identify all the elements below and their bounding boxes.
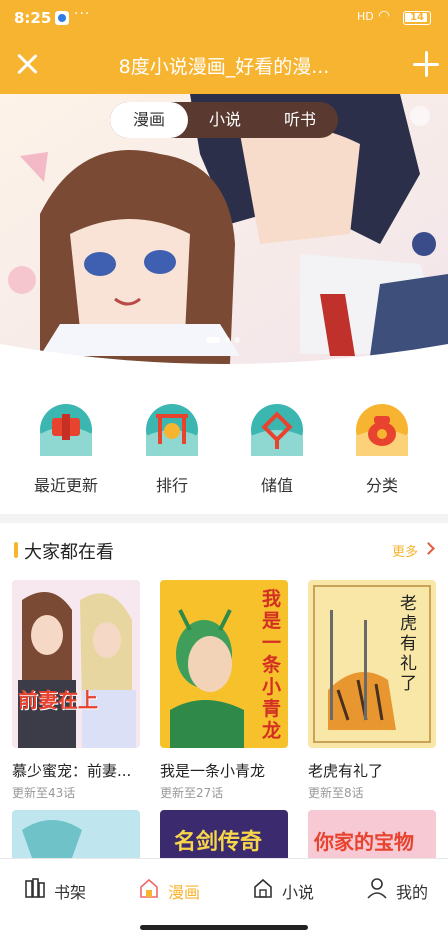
- book-cover: 老虎有礼了: [308, 580, 436, 748]
- app-notification-icon: [55, 11, 69, 25]
- status-time: 8:25: [14, 9, 52, 27]
- menu-label: 分类: [365, 476, 398, 495]
- tab-audiobook[interactable]: 听书: [262, 102, 338, 138]
- banner-carousel[interactable]: 漫画 小说 听书: [0, 94, 448, 384]
- category-bag-icon: [356, 404, 408, 456]
- cover-title: 名剑传奇: [174, 830, 263, 855]
- close-icon[interactable]: [12, 49, 42, 79]
- book-update: 更新至43话: [12, 786, 76, 800]
- cover-title: 你家的宝物: [314, 830, 414, 854]
- menu-recharge[interactable]: 储值: [227, 404, 327, 504]
- knot-icon: [251, 404, 303, 456]
- section-divider: [0, 514, 448, 523]
- battery-level: 14: [410, 12, 424, 23]
- menu-label: 排行: [155, 476, 188, 495]
- status-bar: 8:25 ··· HD ◠ 14: [0, 0, 448, 36]
- menu-category[interactable]: 分类: [332, 404, 432, 504]
- content-type-tabs: 漫画 小说 听书: [110, 102, 338, 138]
- menu-recent-updates[interactable]: 最近更新: [16, 404, 116, 504]
- carousel-indicator: [206, 328, 244, 343]
- bottom-navigation: 书架 漫画 小说 我的: [0, 858, 448, 938]
- chevron-right-icon[interactable]: [422, 542, 435, 555]
- user-icon: [367, 878, 387, 899]
- nav-bookshelf[interactable]: 书架: [24, 877, 114, 902]
- book-cover[interactable]: [12, 810, 140, 858]
- nav-profile[interactable]: 我的: [366, 877, 446, 902]
- section-header: 大家都在看 更多: [0, 536, 448, 564]
- tab-novel[interactable]: 小说: [188, 102, 262, 138]
- menu-rank[interactable]: 排行: [122, 404, 222, 504]
- menu-label: 最近更新: [33, 476, 98, 495]
- menu-label: 储值: [260, 476, 293, 495]
- quick-menu: 最近更新 排行 储值 分类: [0, 400, 448, 504]
- book-cover[interactable]: 名剑传奇: [160, 810, 288, 858]
- tab-manhua[interactable]: 漫画: [110, 102, 188, 138]
- wifi-icon: ◠: [378, 8, 391, 24]
- book-card[interactable]: 老虎有礼了 老虎有礼了 更新至8话: [308, 580, 436, 801]
- home-indicator[interactable]: [140, 925, 308, 930]
- signal-icon: HD: [357, 10, 374, 23]
- book-title: 慕少蜜宠：前妻...: [12, 762, 132, 780]
- cover-title: 老虎有礼了: [400, 594, 417, 694]
- rank-gong-icon: [146, 404, 198, 456]
- bookshelf-icon: [25, 878, 45, 898]
- more-link[interactable]: 更多: [392, 541, 418, 560]
- book-update: 更新至27话: [160, 786, 224, 800]
- cover-title: 前妻在上: [18, 688, 98, 712]
- book-cover: 我是一条小青龙: [160, 580, 288, 748]
- book-card[interactable]: 前妻在上 慕少蜜宠：前妻... 更新至43话: [12, 580, 140, 801]
- book-title: 老虎有礼了: [308, 762, 384, 780]
- book-cover: 前妻在上: [12, 580, 140, 748]
- carousel-dot: [234, 337, 240, 343]
- update-icon: [40, 404, 92, 456]
- more-notifications-icon: ···: [74, 6, 91, 22]
- book-cover[interactable]: 你家的宝物: [308, 810, 436, 858]
- battery-icon: 14: [403, 11, 431, 25]
- nav-manhua[interactable]: 漫画: [138, 877, 228, 902]
- carousel-dot: [206, 337, 220, 343]
- page-title: 8度小说漫画_好看的漫...: [118, 56, 330, 78]
- nav-label: 书架: [54, 883, 87, 902]
- cover-title: 我是一条小青龙: [262, 588, 282, 742]
- book-title: 我是一条小青龙: [160, 762, 266, 780]
- add-icon[interactable]: [410, 48, 442, 80]
- book-update: 更新至8话: [308, 786, 364, 800]
- nav-label: 小说: [282, 883, 315, 902]
- carousel-dot: [224, 337, 230, 343]
- home-icon: [254, 878, 272, 898]
- section-accent-bar: [14, 542, 18, 558]
- book-card[interactable]: 我是一条小青龙 我是一条小青龙 更新至27话: [160, 580, 288, 801]
- nav-label: 漫画: [168, 883, 201, 902]
- nav-novel[interactable]: 小说: [252, 877, 342, 902]
- home-icon: [140, 878, 158, 898]
- section-title: 大家都在看: [24, 542, 114, 563]
- nav-label: 我的: [396, 883, 429, 902]
- title-bar: 8度小说漫画_好看的漫...: [0, 36, 448, 94]
